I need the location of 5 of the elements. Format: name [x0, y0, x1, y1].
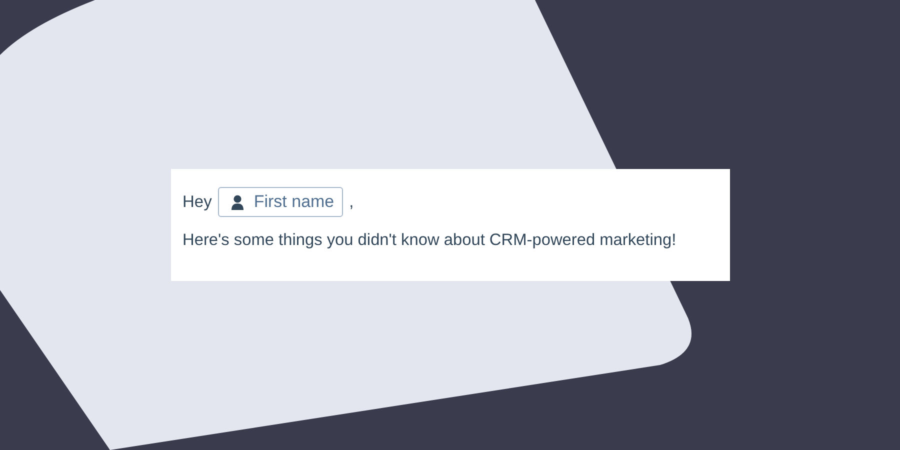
comma-text: ,: [349, 192, 354, 212]
greeting-text: Hey: [182, 192, 212, 212]
personalization-token[interactable]: First name: [218, 187, 344, 217]
body-text: Here's some things you didn't know about CRM-powered marketing!: [182, 231, 678, 250]
person-icon: [230, 194, 244, 210]
